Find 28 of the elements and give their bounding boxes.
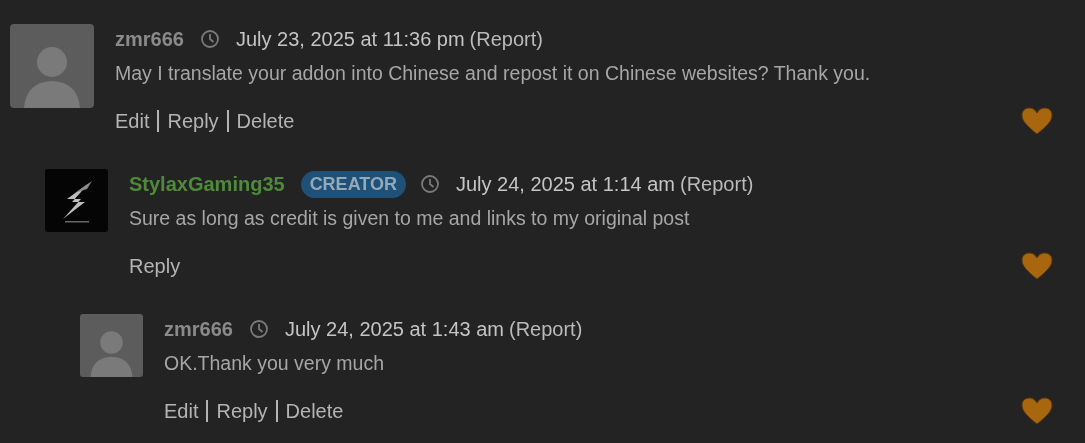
heart-icon[interactable] xyxy=(1021,252,1053,280)
report-link[interactable]: (Report) xyxy=(680,172,754,196)
comment-action-link[interactable]: Delete xyxy=(285,399,344,423)
comment-action-link[interactable]: Edit xyxy=(115,109,150,133)
author-name[interactable]: zmr666 xyxy=(164,317,233,341)
clock-icon xyxy=(199,29,220,49)
avatar-placeholder xyxy=(80,314,143,377)
clock-icon xyxy=(419,174,440,194)
clock-icon xyxy=(248,319,269,339)
comment-text: Sure as long as credit is given to me and links to my original post xyxy=(129,207,691,230)
comment-text: OK.Thank you very much xyxy=(164,352,385,375)
comment-action-link[interactable]: Delete xyxy=(236,109,295,133)
comment-date: July 24, 2025 at 1:14 am xyxy=(455,172,675,196)
heart-icon[interactable] xyxy=(1021,397,1053,425)
comment-action-link[interactable]: Reply xyxy=(129,254,181,278)
comment-action-link[interactable]: Reply xyxy=(167,109,219,133)
creator-badge: CREATOR xyxy=(300,170,406,198)
comment-text: May I translate your addon into Chinese and repost it on Chinese websites? Thank you. xyxy=(115,62,872,85)
comment-action-link[interactable]: Reply xyxy=(216,399,268,423)
report-link[interactable]: (Report) xyxy=(509,317,583,341)
comment-date: July 23, 2025 at 11:36 pm xyxy=(235,27,465,51)
author-name[interactable]: zmr666 xyxy=(115,27,184,51)
comment-date: July 24, 2025 at 1:43 am xyxy=(284,317,504,341)
comment-action-link[interactable]: Edit xyxy=(164,399,199,423)
logo-icon xyxy=(45,169,108,232)
heart-icon[interactable] xyxy=(1021,107,1053,135)
author-name[interactable]: StylaxGaming35 xyxy=(129,172,285,196)
report-link[interactable]: (Report) xyxy=(469,27,543,51)
